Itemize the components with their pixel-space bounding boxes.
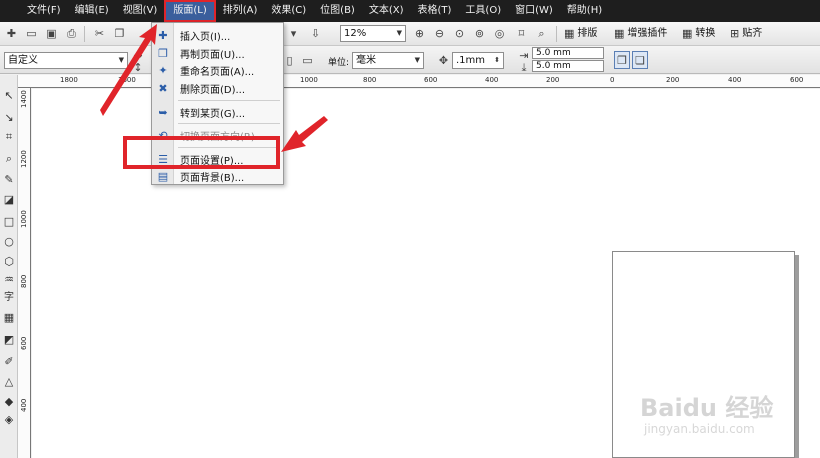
watermark-url: jingyan.baidu.com <box>644 422 755 436</box>
watermark-logo-text: Baidu 经验 <box>640 394 774 422</box>
arrow-to-layout-menu <box>100 24 157 116</box>
baidu-watermark: Baidu 经验 jingyan.baidu.com <box>640 388 800 448</box>
arrow-to-page-setup <box>281 116 328 152</box>
